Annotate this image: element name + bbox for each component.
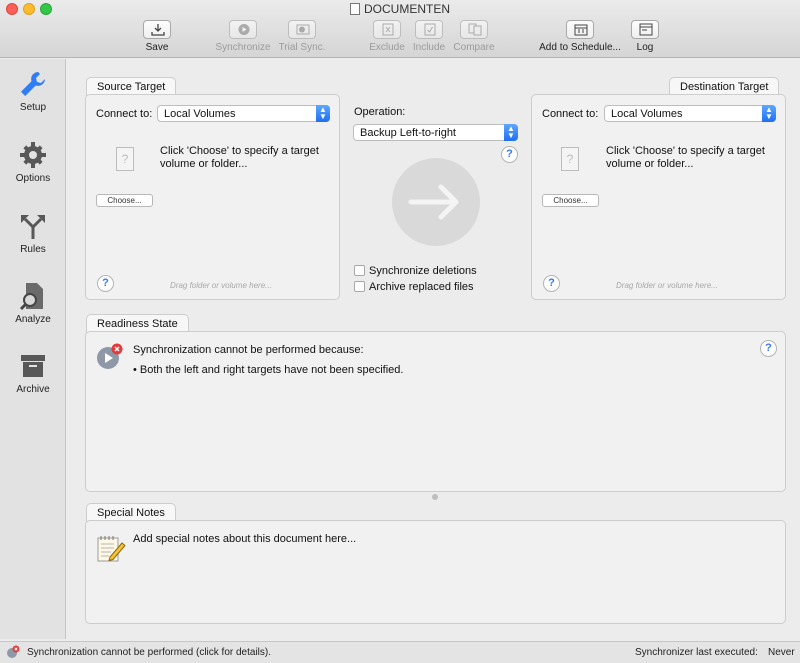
source-drop-hint: Drag folder or volume here... xyxy=(170,281,272,290)
exclude-button[interactable]: Exclude xyxy=(367,20,407,53)
sidebar-item-setup[interactable]: Setup xyxy=(0,69,66,113)
calendar-icon xyxy=(566,20,594,39)
play-icon xyxy=(229,20,257,39)
log-icon xyxy=(631,20,659,39)
archive-box-icon xyxy=(21,355,45,377)
gear-icon xyxy=(20,142,46,168)
source-target-panel: Connect to: Local Volumes ▲ ▼ ? Click 'Cho… xyxy=(85,94,340,300)
destination-instructions: Click 'Choose' to specify a target volum… xyxy=(606,145,765,170)
magnifier-doc-icon xyxy=(19,283,43,311)
status-error-icon xyxy=(7,645,20,658)
destination-target-panel: Connect to: Local Volumes ▲ ▼ ? Click 'Cho… xyxy=(531,94,786,300)
status-message[interactable]: Synchronization cannot be performed (cli… xyxy=(27,647,271,658)
special-notes-text: Add special notes about this document he… xyxy=(133,533,357,545)
special-notes-panel[interactable]: Add special notes about this document he… xyxy=(85,520,786,624)
destination-connect-label: Connect to: xyxy=(542,108,599,120)
chevron-updown-icon: ▲ ▼ xyxy=(316,105,330,122)
sidebar-item-rules[interactable]: Rules xyxy=(0,211,66,255)
source-help-button[interactable]: ? xyxy=(97,275,114,292)
archive-replaced-files-checkbox[interactable]: Archive replaced files xyxy=(354,281,474,293)
readiness-state-panel: Synchronization cannot be performed beca… xyxy=(85,331,786,492)
readiness-reason: • Both the left and right targets have n… xyxy=(133,364,404,376)
last-executed-label: Synchronizer last executed: xyxy=(635,647,758,658)
destination-help-button[interactable]: ? xyxy=(543,275,560,292)
source-connect-label: Connect to: xyxy=(96,108,153,120)
fork-arrows-icon xyxy=(21,215,45,239)
destination-choose-button[interactable]: Choose... xyxy=(542,194,599,207)
trial-sync-icon xyxy=(288,20,316,39)
trial-sync-button[interactable]: Trial Sync. xyxy=(277,20,327,53)
placeholder-document-icon: ? xyxy=(116,147,134,171)
compare-button[interactable]: Compare xyxy=(452,20,496,53)
operation-select[interactable]: Backup Left-to-right ▲ ▼ xyxy=(353,124,518,141)
destination-connect-select[interactable]: Local Volumes ▲ ▼ xyxy=(604,105,776,122)
placeholder-document-icon: ? xyxy=(561,147,579,171)
sidebar: Setup Options Rules Analyze Archive xyxy=(0,59,66,639)
document-icon xyxy=(350,3,360,15)
sidebar-item-options[interactable]: Options xyxy=(0,140,66,184)
operation-label: Operation: xyxy=(354,106,406,118)
operation-help-button[interactable]: ? xyxy=(501,146,518,163)
window-title: DOCUMENTEN xyxy=(0,2,800,16)
include-icon xyxy=(415,20,443,39)
source-choose-button[interactable]: Choose... xyxy=(96,194,153,207)
source-instructions: Click 'Choose' to specify a target volum… xyxy=(160,145,319,170)
exclude-icon xyxy=(373,20,401,39)
add-to-schedule-button[interactable]: Add to Schedule... xyxy=(536,20,624,53)
source-connect-select[interactable]: Local Volumes ▲ ▼ xyxy=(157,105,330,122)
window-toolbar: DOCUMENTEN Save Synchronize Trial Sync. … xyxy=(0,0,800,58)
save-button[interactable]: Save xyxy=(140,20,174,53)
sync-error-icon xyxy=(97,343,123,369)
sidebar-item-archive[interactable]: Archive xyxy=(0,351,66,395)
wrench-icon xyxy=(21,72,45,96)
destination-drop-hint: Drag folder or volume here... xyxy=(616,281,718,290)
split-handle[interactable] xyxy=(432,494,438,500)
status-bar: Synchronization cannot be performed (cli… xyxy=(0,641,800,663)
direction-arrow-icon xyxy=(392,158,480,246)
sidebar-item-analyze[interactable]: Analyze xyxy=(0,281,66,325)
chevron-updown-icon: ▲ ▼ xyxy=(762,105,776,122)
synchronize-button[interactable]: Synchronize xyxy=(213,20,273,53)
last-executed-value: Never xyxy=(768,647,795,658)
readiness-message: Synchronization cannot be performed beca… xyxy=(133,344,364,356)
readiness-help-button[interactable]: ? xyxy=(760,340,777,357)
synchronize-deletions-checkbox[interactable]: Synchronize deletions xyxy=(354,265,477,277)
compare-icon xyxy=(460,20,488,39)
save-icon xyxy=(143,20,171,39)
include-button[interactable]: Include xyxy=(410,20,448,53)
chevron-updown-icon: ▲ ▼ xyxy=(504,124,518,141)
log-button[interactable]: Log xyxy=(631,20,659,53)
notepad-pencil-icon xyxy=(97,536,126,562)
